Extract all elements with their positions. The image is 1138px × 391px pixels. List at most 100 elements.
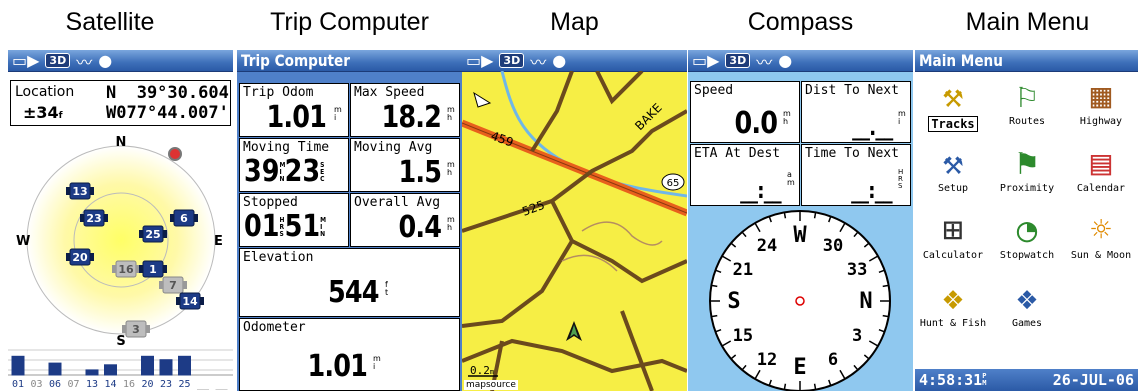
compass-e: E <box>214 234 223 249</box>
menu-item-label: Routes <box>1008 116 1046 127</box>
signal-sat-id: 16 <box>123 379 135 390</box>
signal-bar <box>48 362 62 376</box>
compass-field-time-to-next: Time To Next __:__ H R S <box>801 144 911 206</box>
satellite-id: 16 <box>118 263 134 276</box>
trip-field-moving-avg: Moving Avg 1.5 m h <box>350 138 460 192</box>
menu-item-hunt-fish[interactable]: ❖ Hunt & Fish <box>917 278 989 329</box>
map-scale: 0.2m <box>470 364 494 377</box>
mode-badge: 3D <box>725 53 751 68</box>
location-label: Location <box>15 84 75 100</box>
map-label-route: 65 <box>667 178 680 189</box>
satellite-id: 20 <box>72 251 88 264</box>
dial-label: 3 <box>852 326 862 346</box>
menu-item-label: Games <box>1011 318 1043 329</box>
sky-view: N S W E 1323 6252016 17143 <box>16 135 223 349</box>
map-canvas[interactable]: BAKE 459 525 65 0.2m <box>462 71 687 391</box>
dial-label: N <box>859 289 872 314</box>
accuracy-value: ±34 <box>23 103 59 122</box>
signal-bar <box>11 355 25 376</box>
signal-sat-id: __ <box>215 379 228 390</box>
menu-item-calculator[interactable]: ⊞ Calculator <box>917 210 989 261</box>
calendar-icon: ▤ <box>1090 143 1112 183</box>
menu-item-label: Tracks <box>928 116 978 132</box>
battery-icon: ▭▶ <box>692 51 720 70</box>
menu-item-label: Calendar <box>1076 183 1126 194</box>
caption-compass: Compass <box>747 8 854 36</box>
routes-icon: ⚐ <box>1016 76 1038 116</box>
menu-item-label: Sun & Moon <box>1070 250 1132 261</box>
menu-item-setup[interactable]: ⚒ Setup <box>917 143 989 194</box>
battery-icon: ▭▶ <box>12 51 40 70</box>
trip-field-trip-odom: Trip Odom 1.01 m i <box>239 83 349 137</box>
hunt-fish-icon: ❖ <box>942 278 964 318</box>
menu-item-games[interactable]: ❖ Games <box>991 278 1063 329</box>
satellite-id: 3 <box>132 323 140 336</box>
menu-title-bar: Main Menu <box>915 50 1138 72</box>
compass-screen: ▭▶ 3D 〰 ● Speed 0.0 m h Dist To Next __.… <box>688 50 913 391</box>
satellite-id: 23 <box>86 212 101 225</box>
menu-item-stopwatch[interactable]: ◔ Stopwatch <box>991 210 1063 261</box>
satellite-screen: ▭▶ 3D 〰 ● Location ±34f N 39°30.604' W07… <box>8 50 233 391</box>
menu-item-tracks[interactable]: ⚒ Tracks <box>917 76 989 132</box>
status-bar: ▭▶ 3D 〰 ● <box>8 50 233 72</box>
trip-field-max-speed: Max Speed 18.2 m h <box>350 83 460 137</box>
signal-sat-id: 07 <box>67 379 79 390</box>
lamp-icon: ● <box>552 51 567 70</box>
dial-label: 15 <box>733 326 753 346</box>
signal-bar <box>141 355 154 376</box>
dial-label: 30 <box>823 236 843 256</box>
signal-bar <box>159 359 173 376</box>
signal-bar <box>85 369 99 376</box>
status-bar: ▭▶ 3D 〰 ● <box>462 50 687 72</box>
clock-date: 26-JUL-06 <box>1052 371 1134 389</box>
satellite-id: 13 <box>72 185 87 198</box>
menu-item-proximity[interactable]: ⚑ Proximity <box>991 143 1063 194</box>
dial-label: S <box>727 289 740 314</box>
compass-field-eta-at-dest: ETA At Dest __:__ a m <box>690 144 800 206</box>
tracks-icon: ⚒ <box>942 76 964 116</box>
accuracy-unit: f <box>58 111 63 121</box>
backlight-icon: 〰 <box>756 52 773 72</box>
satellite-id: 1 <box>149 263 157 276</box>
dial-label: 24 <box>757 236 777 256</box>
map-screen: ▭▶ 3D 〰 ● BAKE 459 525 65 0.2m mapsource <box>462 50 687 391</box>
menu-item-label: Stopwatch <box>999 250 1055 261</box>
satellite-id: 7 <box>169 279 177 292</box>
sun-moon-icon: ☼ <box>1090 210 1112 250</box>
dial-label: E <box>793 355 806 380</box>
map-label-road-2: 459 <box>489 129 515 150</box>
menu-item-highway[interactable]: ▦ Highway <box>1065 76 1137 127</box>
signal-sat-id: 23 <box>160 379 172 390</box>
trip-field-elevation: Elevation 544 f t <box>239 248 460 317</box>
signal-sat-id: 13 <box>86 379 98 390</box>
menu-item-label: Proximity <box>999 183 1055 194</box>
menu-title: Main Menu <box>919 51 1003 70</box>
mode-badge: 3D <box>499 53 525 68</box>
signal-sat-id: 06 <box>49 379 61 390</box>
menu-item-label: Calculator <box>922 250 984 261</box>
trip-field-odometer: Odometer 1.01 m i <box>239 318 460 391</box>
menu-item-sun-moon[interactable]: ☼ Sun & Moon <box>1065 210 1137 261</box>
satellite-id: 14 <box>182 295 198 308</box>
clock-time: 4:58:31P M <box>919 371 987 389</box>
status-bar: ▭▶ 3D 〰 ● <box>688 50 913 72</box>
menu-item-routes[interactable]: ⚐ Routes <box>991 76 1063 127</box>
mode-badge: 3D <box>45 53 71 68</box>
caption-map: Map <box>550 8 599 36</box>
signal-sat-id: 03 <box>30 379 42 390</box>
compass-field-dist-to-next: Dist To Next __.__ m i <box>801 81 911 143</box>
lamp-icon: ● <box>98 51 113 70</box>
signal-sat-id: 20 <box>141 379 153 390</box>
caption-trip-computer: Trip Computer <box>270 8 429 36</box>
menu-item-calendar[interactable]: ▤ Calendar <box>1065 143 1137 194</box>
caption-satellite: Satellite <box>65 8 155 36</box>
signal-sat-id: 25 <box>178 379 190 390</box>
trip-title: Trip Computer <box>241 51 350 70</box>
signal-bars: 01 03 06 07 13 14 16 20 23 25 __ __ <box>8 349 233 390</box>
backlight-icon: 〰 <box>530 52 547 72</box>
menu-item-label: Hunt & Fish <box>919 318 987 329</box>
battery-icon: ▭▶ <box>466 51 494 70</box>
signal-sat-id: 14 <box>104 379 116 390</box>
latitude: N 39°30.604' <box>106 83 231 103</box>
backlight-icon: 〰 <box>76 52 93 72</box>
